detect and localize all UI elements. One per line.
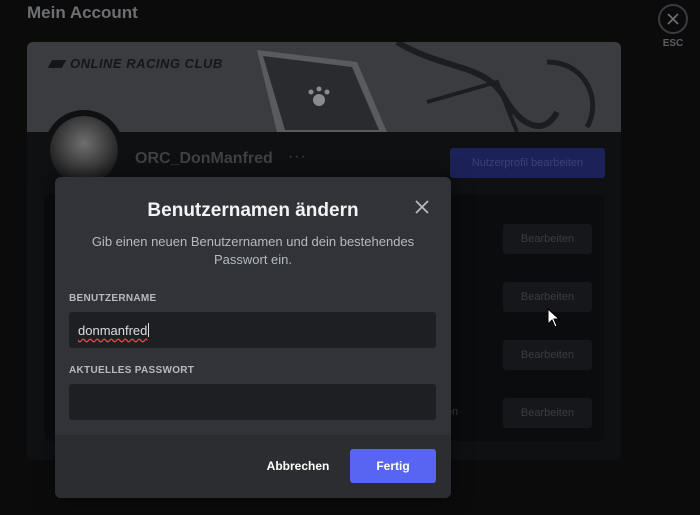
close-icon[interactable] [658,4,688,34]
cancel-button[interactable]: Abbrechen [258,449,338,483]
done-button[interactable]: Fertig [350,449,436,483]
banner-logo: ONLINE RACING CLUB [47,56,223,71]
esc-control[interactable]: ESC [656,4,690,49]
username-input[interactable]: donmanfred [69,312,436,348]
password-input[interactable] [69,384,436,420]
edit-button[interactable]: Bearbeiten [503,398,592,428]
username-value: donmanfred [78,322,148,338]
edit-button[interactable]: Bearbeiten [503,340,592,370]
change-username-modal: Benutzernamen ändern Gib einen neuen Ben… [55,177,451,498]
password-label: AKTUELLES PASSWORT [69,365,195,376]
text-caret [148,323,150,337]
display-name: ORC_DonManfred [135,150,273,167]
close-icon[interactable] [411,196,433,218]
modal-subtitle: Gib einen neuen Benutzernamen und dein b… [91,234,415,267]
username-label: BENUTZERNAME [69,293,157,304]
ellipsis-icon[interactable]: ··· [288,148,307,166]
modal-title: Benutzernamen ändern [147,200,359,221]
esc-label: ESC [662,38,684,49]
mouse-cursor-icon [547,308,561,328]
profile-banner: ONLINE RACING CLUB [27,42,621,132]
modal-footer: Abbrechen Fertig [55,435,451,498]
page-title: Mein Account [27,3,138,22]
edit-button[interactable]: Bearbeiten [503,224,592,254]
edit-profile-button[interactable]: Nutzerprofil bearbeiten [450,148,605,178]
